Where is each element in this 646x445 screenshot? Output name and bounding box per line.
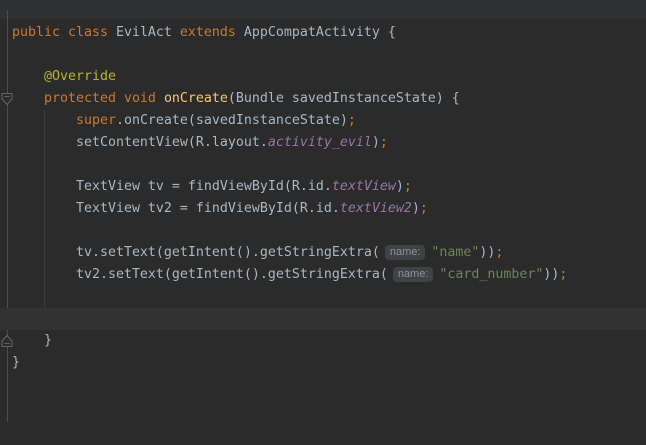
code-token: )): [479, 245, 495, 260]
code-line[interactable]: [0, 220, 646, 242]
parameter-name-hint: name:: [385, 245, 426, 260]
code-token: protected void: [44, 91, 164, 106]
code-line[interactable]: [0, 44, 646, 66]
code-line[interactable]: super.onCreate(savedInstanceState);: [0, 110, 646, 132]
code-token: ): [412, 201, 420, 216]
code-lines: public class EvilAct extends AppCompatAc…: [0, 22, 646, 440]
code-line[interactable]: [0, 374, 646, 396]
code-line[interactable]: TextView tv2 = findViewById(R.id.textVie…: [0, 198, 646, 220]
code-token: @Override: [44, 69, 116, 84]
code-token: AppCompatActivity {: [244, 25, 396, 40]
code-token: ;: [380, 135, 388, 150]
code-token: ;: [404, 179, 412, 194]
code-token: [12, 91, 44, 106]
code-line[interactable]: tv.setText(getIntent().getStringExtra( na…: [0, 242, 646, 264]
code-token: setContentView(R.layout.: [12, 135, 268, 150]
code-token: textView2: [340, 201, 412, 216]
code-token: activity_evil: [268, 135, 372, 150]
code-token: ;: [559, 267, 567, 282]
code-token: textView: [332, 179, 396, 194]
code-line[interactable]: tv2.setText(getIntent().getStringExtra( n…: [0, 264, 646, 286]
code-token: ;: [495, 245, 503, 260]
editor-top-strip: [0, 0, 646, 19]
code-line[interactable]: protected void onCreate(Bundle savedInst…: [0, 88, 646, 110]
code-token: (Bundle savedInstanceState) {: [228, 91, 460, 106]
code-token: onCreate: [164, 91, 228, 106]
code-editor[interactable]: public class EvilAct extends AppCompatAc…: [0, 0, 646, 445]
code-token: [12, 113, 76, 128]
code-token: TextView tv = findViewById(R.id.: [12, 179, 332, 194]
code-token: EvilAct: [116, 25, 180, 40]
code-token: ;: [420, 201, 428, 216]
code-line[interactable]: }: [0, 330, 646, 352]
code-token: ): [372, 135, 380, 150]
code-line[interactable]: [0, 396, 646, 418]
code-token: extends: [180, 25, 244, 40]
parameter-name-hint: name:: [393, 267, 434, 282]
code-token: tv2.setText(getIntent().getStringExtra(: [12, 267, 388, 282]
code-token: "card_number": [439, 267, 543, 282]
code-token: }: [12, 333, 52, 348]
code-line[interactable]: public class EvilAct extends AppCompatAc…: [0, 22, 646, 44]
code-line[interactable]: [0, 154, 646, 176]
code-token: ;: [348, 113, 356, 128]
code-token: "name": [431, 245, 479, 260]
code-token: .onCreate(savedInstanceState): [116, 113, 348, 128]
code-line-caret[interactable]: [0, 308, 646, 330]
code-line[interactable]: setContentView(R.layout.activity_evil);: [0, 132, 646, 154]
code-token: }: [12, 355, 20, 370]
code-line[interactable]: TextView tv = findViewById(R.id.textView…: [0, 176, 646, 198]
code-token: tv.setText(getIntent().getStringExtra(: [12, 245, 380, 260]
code-token: TextView tv2 = findViewById(R.id.: [12, 201, 340, 216]
code-line[interactable]: [0, 418, 646, 440]
code-token: ): [396, 179, 404, 194]
code-token: super: [76, 113, 116, 128]
code-token: [12, 69, 44, 84]
code-line[interactable]: }: [0, 352, 646, 374]
code-line[interactable]: @Override: [0, 66, 646, 88]
code-line[interactable]: [0, 286, 646, 308]
code-token: )): [543, 267, 559, 282]
code-token: public class: [12, 25, 116, 40]
